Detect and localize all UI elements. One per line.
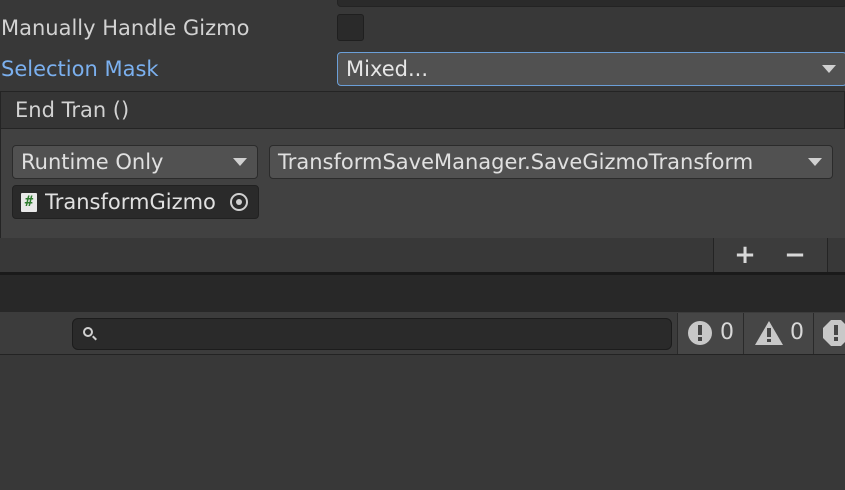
search-icon <box>83 327 93 337</box>
console-log-area <box>0 355 845 490</box>
object-picker-icon[interactable] <box>230 193 248 211</box>
console-tab-strip <box>0 275 845 312</box>
warning-count-toggle[interactable]: 0 <box>743 313 813 354</box>
log-count: 0 <box>720 320 734 345</box>
selection-mask-value: Mixed... <box>346 57 429 81</box>
chevron-down-icon <box>822 65 836 73</box>
selection-mask-dropdown[interactable]: Mixed... <box>337 52 845 86</box>
warning-icon <box>755 321 783 345</box>
error-count-toggle[interactable] <box>813 313 845 354</box>
remove-listener-button[interactable]: − <box>775 240 815 270</box>
info-icon <box>688 321 712 345</box>
error-icon <box>823 320 845 346</box>
function-dropdown[interactable]: TransformSaveManager.SaveGizmoTransform <box>269 145 833 179</box>
console-search-field[interactable] <box>72 318 672 350</box>
log-count-toggle[interactable]: 0 <box>677 313 743 354</box>
console-search-input[interactable] <box>101 321 665 349</box>
event-header: End Tran () <box>0 91 845 129</box>
call-state-dropdown[interactable]: Runtime Only <box>12 145 258 179</box>
manual-gizmo-checkbox[interactable] <box>337 14 364 41</box>
call-state-value: Runtime Only <box>21 150 164 174</box>
function-value: TransformSaveManager.SaveGizmoTransform <box>278 150 754 174</box>
previous-field-edge <box>337 0 845 7</box>
add-listener-button[interactable]: + <box>725 240 765 270</box>
target-object-field[interactable]: # TransformGizmo <box>12 185 259 219</box>
warning-count: 0 <box>790 320 804 345</box>
chevron-down-icon <box>233 158 247 166</box>
selection-mask-label: Selection Mask <box>1 57 159 81</box>
script-icon: # <box>21 193 37 212</box>
target-object-name: TransformGizmo <box>45 190 216 214</box>
manual-gizmo-label: Manually Handle Gizmo <box>1 16 250 40</box>
chevron-down-icon <box>808 158 822 166</box>
